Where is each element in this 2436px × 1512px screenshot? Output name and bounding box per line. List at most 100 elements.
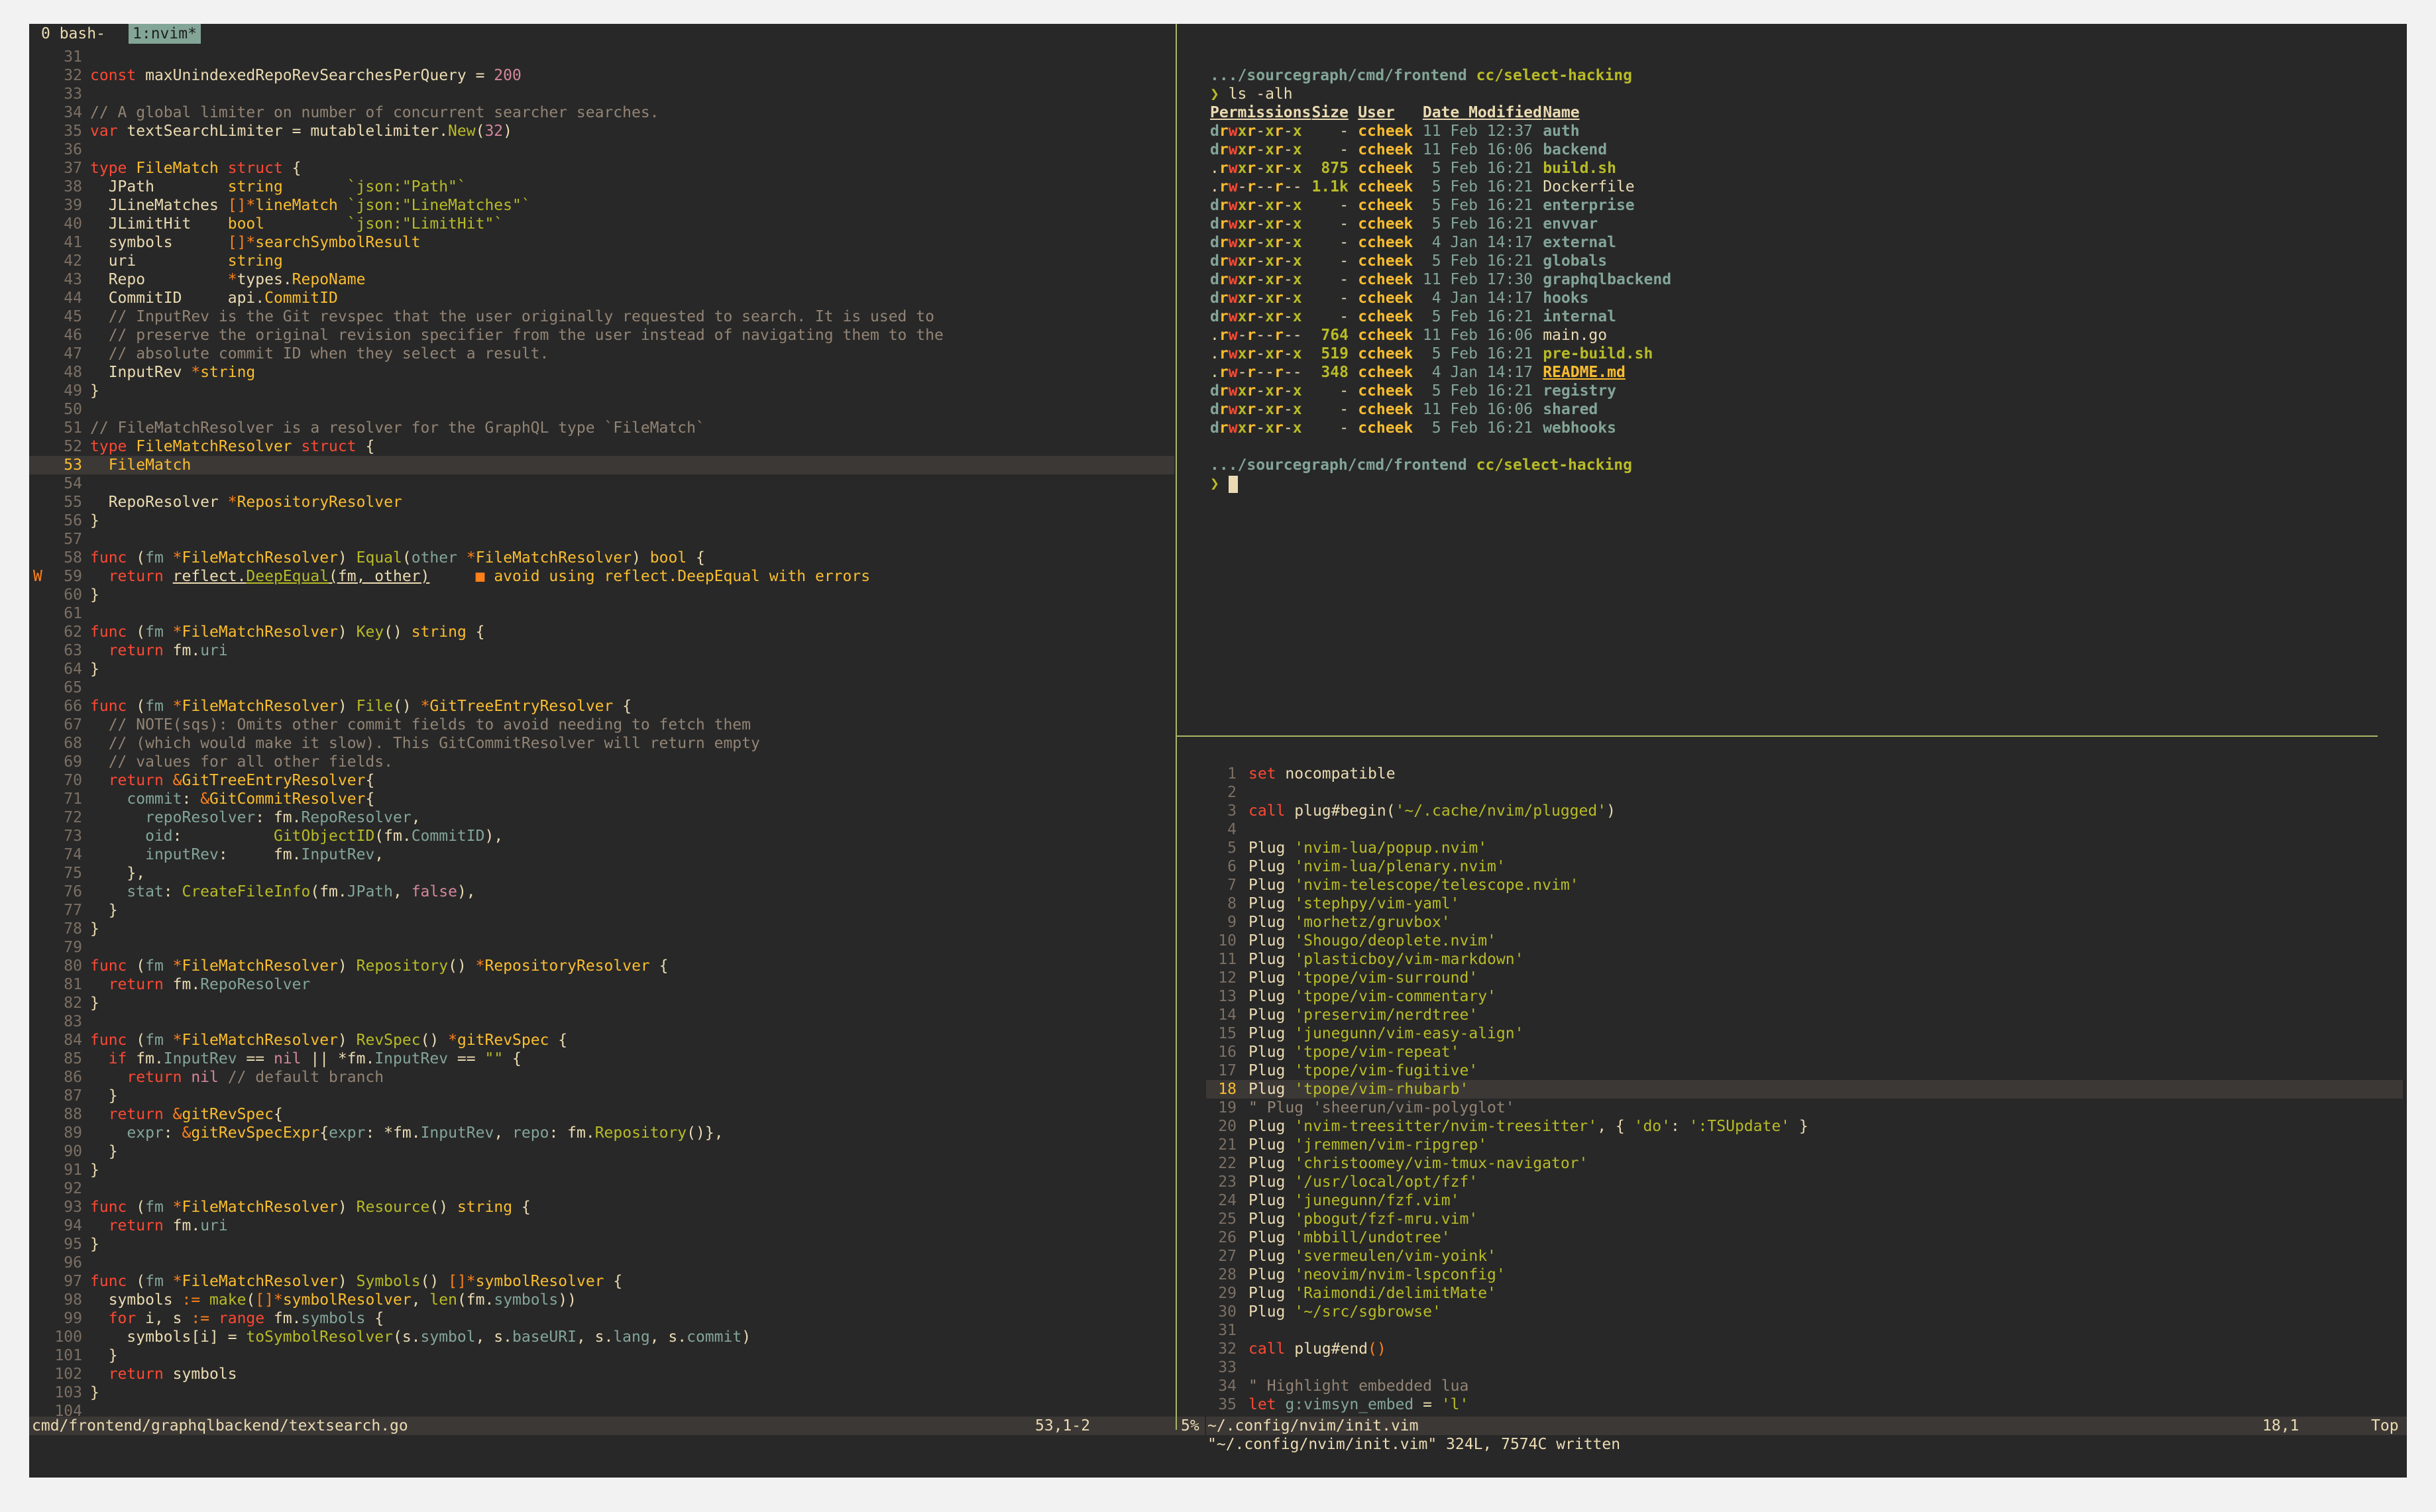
editor-line[interactable]: 53 FileMatch: [29, 456, 1174, 474]
editor-line[interactable]: 90 }: [29, 1142, 1174, 1161]
editor-line[interactable]: 15 Plug 'junegunn/vim-easy-align': [1206, 1024, 2403, 1043]
file-name[interactable]: shared: [1543, 400, 1598, 419]
vertical-pane-divider[interactable]: [1176, 24, 1177, 1430]
editor-line[interactable]: 41 symbols []*searchSymbolResult: [29, 233, 1174, 252]
editor-line[interactable]: 81 return fm.RepoResolver: [29, 975, 1174, 994]
editor-line[interactable]: 51 // FileMatchResolver is a resolver for…: [29, 419, 1174, 437]
editor-line[interactable]: 87 }: [29, 1087, 1174, 1105]
editor-line[interactable]: 52 type FileMatchResolver struct {: [29, 437, 1174, 456]
editor-line[interactable]: 30 Plug '~/src/sgbrowse': [1206, 1303, 2403, 1321]
editor-line[interactable]: 63 return fm.uri: [29, 641, 1174, 660]
editor-line[interactable]: 91}: [29, 1161, 1174, 1179]
editor-line[interactable]: 56}: [29, 512, 1174, 530]
editor-line[interactable]: 39 JLineMatches []*lineMatch `json:"Line…: [29, 196, 1174, 215]
file-listing-row[interactable]: drwxr-xr-x - ccheek 11 Feb 16:06 backend: [1210, 140, 2403, 159]
editor-line[interactable]: 33: [1206, 1358, 2403, 1377]
editor-line[interactable]: 36: [29, 140, 1174, 159]
editor-line[interactable]: 20 Plug 'nvim-treesitter/nvim-treesitter'…: [1206, 1117, 2403, 1136]
editor-line[interactable]: 3 call plug#begin('~/.cache/nvim/plugged'…: [1206, 802, 2403, 820]
file-name[interactable]: globals: [1543, 252, 1607, 270]
editor-line[interactable]: 96: [29, 1254, 1174, 1272]
file-name[interactable]: auth: [1543, 122, 1579, 140]
file-name[interactable]: internal: [1543, 307, 1616, 326]
terminal-window[interactable]: 0 bash- 1:nvim* 31 32 const maxUnindexedRep…: [29, 24, 2407, 1478]
editor-line[interactable]: 79: [29, 938, 1174, 957]
editor-line[interactable]: 100 symbols[i] = toSymbolResolver(s.symb…: [29, 1328, 1174, 1346]
shell-input-line[interactable]: ❯: [1210, 474, 1238, 493]
editor-line[interactable]: 97 func (fm *FileMatchResolver) Symbols()…: [29, 1272, 1174, 1291]
file-listing-row[interactable]: drwxr-xr-x - ccheek 5 Feb 16:21 webhooks: [1210, 419, 2403, 437]
editor-line[interactable]: 66 func (fm *FileMatchResolver) File() *G…: [29, 697, 1174, 716]
editor-line[interactable]: 45 // InputRev is the Git revspec that t…: [29, 307, 1174, 326]
editor-line[interactable]: 23 Plug '/usr/local/opt/fzf': [1206, 1173, 2403, 1191]
file-listing-row[interactable]: .rwxr-xr-x 519 ccheek 5 Feb 16:21 pre-build…: [1210, 345, 2403, 363]
editor-line[interactable]: 94 return fm.uri: [29, 1216, 1174, 1235]
editor-line[interactable]: 19 " Plug 'sheerun/vim-polyglot': [1206, 1099, 2403, 1117]
editor-line[interactable]: 58 func (fm *FileMatchResolver) Equal(oth…: [29, 549, 1174, 567]
editor-line[interactable]: 28 Plug 'neovim/nvim-lspconfig': [1206, 1266, 2403, 1284]
editor-line[interactable]: 76 stat: CreateFileInfo(fm.JPath, false)…: [29, 883, 1174, 901]
file-name[interactable]: Dockerfile: [1543, 178, 1634, 196]
editor-line[interactable]: 7 Plug 'nvim-telescope/telescope.nvim': [1206, 876, 2403, 894]
editor-line[interactable]: 29 Plug 'Raimondi/delimitMate': [1206, 1284, 2403, 1303]
editor-line[interactable]: 5 Plug 'nvim-lua/popup.nvim': [1206, 839, 2403, 857]
editor-line[interactable]: 25 Plug 'pbogut/fzf-mru.vim': [1206, 1210, 2403, 1228]
tmux-tab[interactable]: 0 bash-: [41, 24, 105, 44]
editor-line[interactable]: 1 set nocompatible: [1206, 765, 2403, 783]
editor-line[interactable]: 67 // NOTE(sqs): Omits other commit fiel…: [29, 716, 1174, 734]
editor-line[interactable]: 70 return &GitTreeEntryResolver{: [29, 771, 1174, 790]
editor-line[interactable]: 71 commit: &GitCommitResolver{: [29, 790, 1174, 808]
editor-line[interactable]: 83: [29, 1012, 1174, 1031]
file-listing-row[interactable]: drwxr-xr-x - ccheek 11 Feb 17:30 graphqlback…: [1210, 270, 2403, 289]
file-listing-row[interactable]: drwxr-xr-x - ccheek 11 Feb 16:06 shared: [1210, 400, 2403, 419]
editor-line[interactable]: 32 const maxUnindexedRepoRevSearchesPerQu…: [29, 66, 1174, 85]
editor-line[interactable]: 55 RepoResolver *RepositoryResolver: [29, 493, 1174, 512]
editor-line[interactable]: 57: [29, 530, 1174, 549]
editor-line[interactable]: 86 return nil // default branch: [29, 1068, 1174, 1087]
file-listing-row[interactable]: drwxr-xr-x - ccheek 4 Jan 14:17 hooks: [1210, 289, 2403, 307]
editor-line[interactable]: 102 return symbols: [29, 1365, 1174, 1383]
editor-line[interactable]: 54: [29, 474, 1174, 493]
file-name[interactable]: envvar: [1543, 215, 1598, 233]
editor-line[interactable]: 61: [29, 604, 1174, 623]
file-listing-row[interactable]: drwxr-xr-x - ccheek 5 Feb 16:21 internal: [1210, 307, 2403, 326]
editor-line[interactable]: 21 Plug 'jremmen/vim-ripgrep': [1206, 1136, 2403, 1154]
editor-line[interactable]: 99 for i, s := range fm.symbols {: [29, 1309, 1174, 1328]
file-listing-row[interactable]: .rw-r--r-- 1.1k ccheek 5 Feb 16:21 Dockerfi…: [1210, 178, 2403, 196]
file-listing-row[interactable]: drwxr-xr-x - ccheek 5 Feb 16:21 registry: [1210, 382, 2403, 400]
editor-line[interactable]: 32 call plug#end(): [1206, 1340, 2403, 1358]
editor-line[interactable]: 35 let g:vimsyn_embed = 'l': [1206, 1395, 2403, 1414]
editor-line[interactable]: 82}: [29, 994, 1174, 1012]
file-name[interactable]: hooks: [1543, 289, 1588, 307]
editor-line[interactable]: 101 }: [29, 1346, 1174, 1365]
editor-line[interactable]: 12 Plug 'tpope/vim-surround': [1206, 969, 2403, 987]
editor-line[interactable]: W 59 return reflect.DeepEqual(fm, other) …: [29, 567, 1174, 586]
editor-line[interactable]: 95}: [29, 1235, 1174, 1254]
editor-line[interactable]: 26 Plug 'mbbill/undotree': [1206, 1228, 2403, 1247]
file-name[interactable]: webhooks: [1543, 419, 1616, 437]
file-listing-row[interactable]: drwxr-xr-x - ccheek 5 Feb 16:21 enterprise: [1210, 196, 2403, 215]
editor-line[interactable]: 22 Plug 'christoomey/vim-tmux-navigator': [1206, 1154, 2403, 1173]
file-listing-row[interactable]: .rw-r--r-- 348 ccheek 4 Jan 14:17 README.md: [1210, 363, 2403, 382]
editor-line[interactable]: 8 Plug 'stephpy/vim-yaml': [1206, 894, 2403, 913]
editor-line[interactable]: 14 Plug 'preservim/nerdtree': [1206, 1006, 2403, 1024]
editor-line[interactable]: 74 inputRev: fm.InputRev,: [29, 845, 1174, 864]
editor-line[interactable]: 65: [29, 678, 1174, 697]
editor-line[interactable]: 42 uri string: [29, 252, 1174, 270]
editor-line[interactable]: 77 }: [29, 901, 1174, 920]
editor-line[interactable]: 68 // (which would make it slow). This G…: [29, 734, 1174, 753]
tmux-tab[interactable]: 1:nvim*: [129, 24, 201, 44]
editor-line[interactable]: 80 func (fm *FileMatchResolver) Repositor…: [29, 957, 1174, 975]
editor-line[interactable]: 11 Plug 'plasticboy/vim-markdown': [1206, 950, 2403, 969]
editor-line[interactable]: 38 JPath string `json:"Path"`: [29, 178, 1174, 196]
editor-line[interactable]: 78}: [29, 920, 1174, 938]
shell-input-line[interactable]: ❯ ls -alh: [1210, 85, 1293, 103]
editor-line[interactable]: 31: [29, 48, 1174, 66]
file-listing-row[interactable]: .rw-r--r-- 764 ccheek 11 Feb 16:06 main.go: [1210, 326, 2403, 345]
editor-line[interactable]: 93 func (fm *FileMatchResolver) Resource(…: [29, 1198, 1174, 1216]
editor-line[interactable]: 37 type FileMatch struct {: [29, 159, 1174, 178]
editor-line[interactable]: 13 Plug 'tpope/vim-commentary': [1206, 987, 2403, 1006]
file-listing-row[interactable]: drwxr-xr-x - ccheek 5 Feb 16:21 globals: [1210, 252, 2403, 270]
editor-line[interactable]: 49}: [29, 382, 1174, 400]
editor-line[interactable]: 84 func (fm *FileMatchResolver) RevSpec()…: [29, 1031, 1174, 1050]
